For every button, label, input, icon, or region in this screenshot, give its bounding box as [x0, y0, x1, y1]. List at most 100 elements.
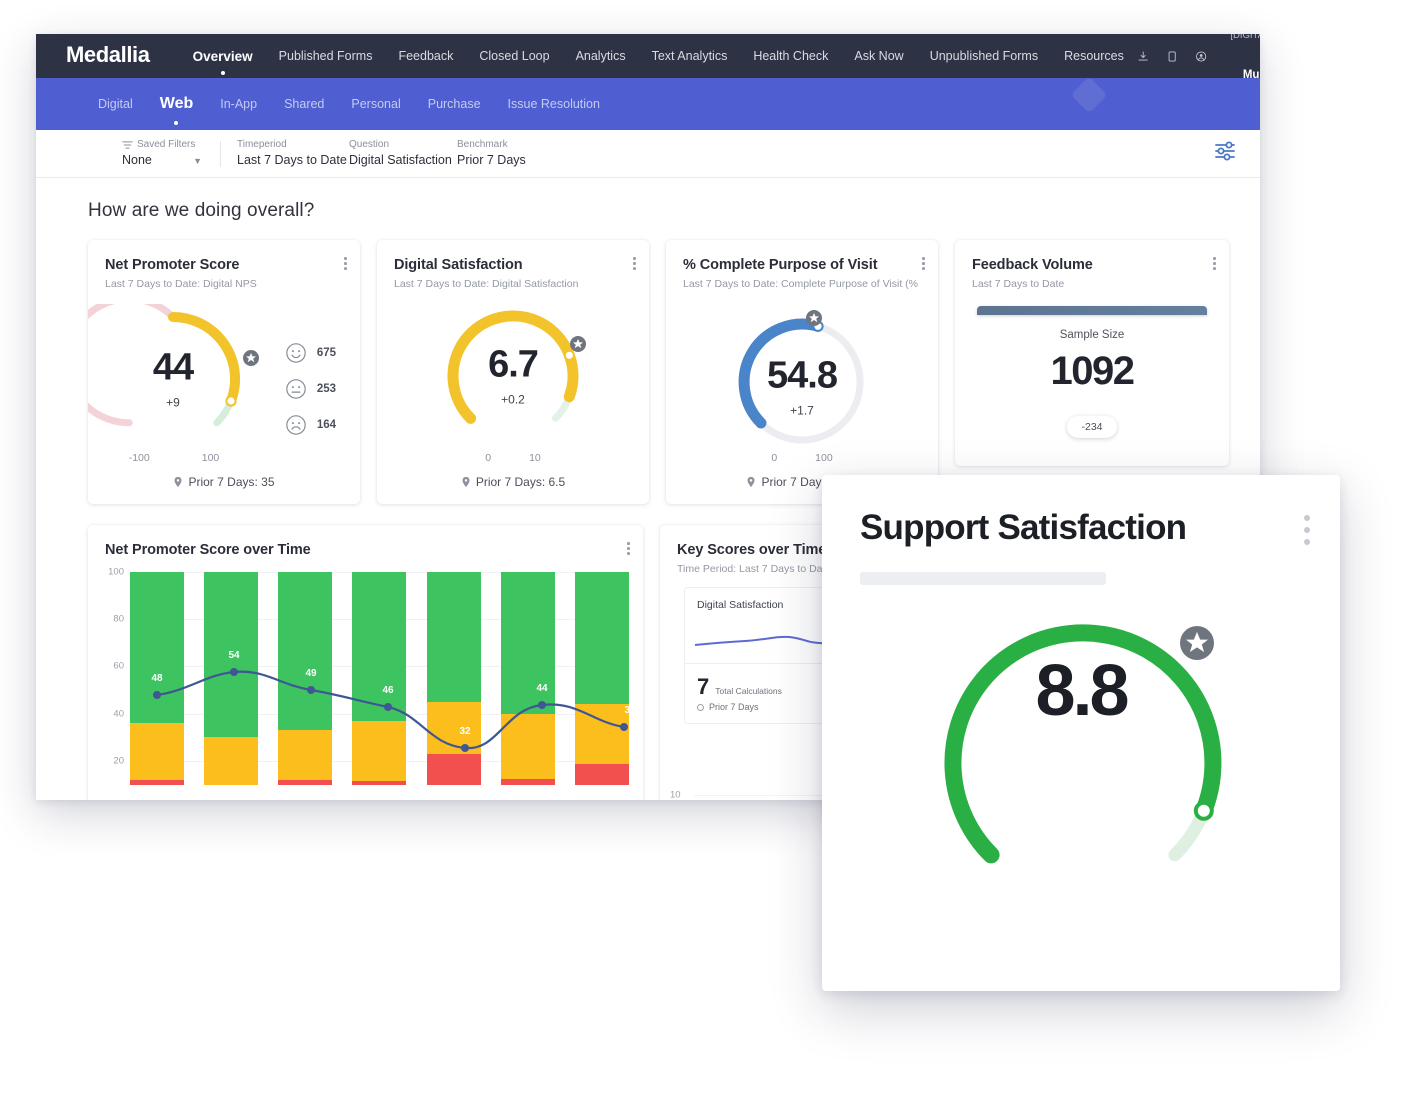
card-menu-button[interactable] — [1213, 257, 1216, 270]
neutral-face-icon — [286, 379, 306, 399]
filter-bar: Saved Filters None ▼ Timeperiod Last 7 D… — [36, 130, 1260, 178]
nps-gauge: 44 +9 675 253 164 — [63, 295, 360, 454]
nps-prior-label: Prior 7 Days: 35 — [188, 475, 275, 489]
bar-column[interactable] — [352, 572, 407, 785]
y-tick: 80 — [113, 613, 124, 625]
sample-size-block: Sample Size 1092 -234 — [977, 315, 1207, 438]
sample-size-delta-chip: -234 — [1067, 416, 1117, 438]
card-menu-button[interactable] — [344, 257, 347, 270]
sliders-icon — [1215, 141, 1235, 161]
y-tick: 10 — [670, 789, 681, 801]
location-pin-icon — [747, 476, 755, 487]
chevron-down-icon: ▼ — [193, 155, 202, 166]
secondary-navigation-bar: Digital Web In-App Shared Personal Purch… — [36, 78, 1260, 130]
bar-column[interactable] — [574, 572, 629, 785]
overlay-menu-button[interactable] — [1304, 515, 1310, 545]
filter-icon — [122, 141, 133, 149]
satisfaction-prior: Prior 7 Days: 6.5 — [377, 475, 649, 489]
y-tick: 20 — [113, 755, 124, 767]
download-icon[interactable] — [1137, 48, 1149, 65]
question-value: Digital Satisfaction — [349, 153, 452, 168]
saved-filters-select[interactable]: None ▼ — [122, 152, 202, 169]
support-satisfaction-overlay-card: Support Satisfaction 8.8 — [822, 475, 1340, 991]
nav-item-unpublished-forms[interactable]: Unpublished Forms — [917, 49, 1051, 63]
benchmark-filter[interactable]: Benchmark Prior 7 Days — [457, 138, 567, 169]
card-menu-button[interactable] — [627, 542, 630, 555]
saved-filters-value: None — [122, 153, 152, 168]
nav-item-analytics[interactable]: Analytics — [563, 49, 639, 63]
benchmark-value: Prior 7 Days — [457, 153, 526, 168]
location-pin-icon — [462, 476, 470, 487]
location-pin-icon — [174, 476, 182, 487]
bookmark-icon[interactable] — [1166, 48, 1178, 65]
nav-item-feedback[interactable]: Feedback — [385, 49, 466, 63]
question-label: Question — [349, 138, 390, 150]
sentiment-row-neutral: 253 — [285, 378, 336, 400]
card-title: Feedback Volume — [972, 257, 1093, 273]
purpose-gauge-svg — [738, 310, 864, 444]
feedback-volume-body: Sample Size 1092 -234 — [955, 290, 1229, 438]
y-tick: 40 — [113, 708, 124, 720]
subnav-item-shared[interactable]: Shared — [284, 97, 324, 111]
kpi-card-feedback-volume: Feedback Volume Last 7 Days to Date Samp… — [955, 240, 1229, 466]
nav-item-closed-loop[interactable]: Closed Loop — [466, 49, 562, 63]
purpose-gauge: 54.8 +1.7 — [666, 304, 938, 454]
decorative-diamond-1 — [1070, 78, 1108, 114]
card-subtitle: Last 7 Days to Date: Digital Satisfactio… — [394, 278, 579, 290]
y-tick: 100 — [108, 566, 124, 578]
user-info[interactable]: [DIGITAL] Digital Admin Sheila Mulrooney — [1229, 34, 1260, 82]
card-title: % Complete Purpose of Visit — [683, 257, 878, 273]
kpi-card-complete-purpose-of-visit: % Complete Purpose of Visit Last 7 Days … — [666, 240, 938, 504]
kpi-card-net-promoter-score: Net Promoter Score Last 7 Days to Date: … — [63, 240, 360, 504]
happy-face-icon — [286, 343, 306, 363]
nav-item-resources[interactable]: Resources — [1051, 49, 1137, 63]
bar-column[interactable] — [130, 572, 184, 785]
benchmark-star-badge — [806, 310, 822, 326]
satisfaction-gauge-svg — [447, 310, 586, 424]
account-circle-icon[interactable] — [1195, 48, 1207, 65]
nav-item-health-check[interactable]: Health Check — [740, 49, 841, 63]
bar-column[interactable] — [500, 572, 555, 785]
card-subtitle: Last 7 Days to Date: Digital NPS — [105, 278, 257, 290]
question-filter[interactable]: Question Digital Satisfaction — [349, 138, 457, 169]
nps-bar-chart: 100 80 60 40 20 48 54 49 46 32 44 38 — [96, 567, 636, 800]
subnav-item-issue-resolution[interactable]: Issue Resolution — [508, 97, 600, 111]
sample-size-value: 1092 — [1050, 349, 1135, 393]
bar-column[interactable] — [204, 572, 259, 785]
card-header: % Complete Purpose of Visit Last 7 Days … — [666, 240, 938, 290]
plot-area — [130, 572, 629, 785]
subnav-item-purchase[interactable]: Purchase — [428, 97, 481, 111]
medallia-logo[interactable]: Medallia — [66, 42, 150, 68]
benchmark-label: Benchmark — [457, 138, 508, 150]
prior-legend-dot-icon — [697, 703, 704, 711]
card-menu-button[interactable] — [922, 257, 925, 270]
card-menu-button[interactable] — [633, 257, 636, 270]
subnav-item-in-app[interactable]: In-App — [220, 97, 257, 111]
card-header: Net Promoter Score over Time — [88, 525, 643, 558]
card-header: Digital Satisfaction Last 7 Days to Date… — [377, 240, 649, 290]
total-calculations-label: Total Calculations — [715, 686, 782, 696]
nav-item-text-analytics[interactable]: Text Analytics — [639, 49, 741, 63]
subnav-item-digital[interactable]: Digital — [98, 97, 133, 111]
card-title: Net Promoter Score — [105, 257, 240, 273]
card-header: Feedback Volume Last 7 Days to Date — [955, 240, 1229, 290]
saved-filters-control[interactable]: Saved Filters None ▼ — [122, 138, 218, 169]
kpi-card-digital-satisfaction: Digital Satisfaction Last 7 Days to Date… — [377, 240, 649, 504]
benchmark-star-badge — [570, 336, 586, 352]
filter-settings-button[interactable] — [1214, 140, 1238, 167]
nav-item-published-forms[interactable]: Published Forms — [266, 49, 386, 63]
nav-item-ask-now[interactable]: Ask Now — [841, 49, 916, 63]
screenshot-stage: Medallia Overview Published Forms Feedba… — [0, 0, 1422, 1100]
chart-card-nps-over-time: Net Promoter Score over Time 100 80 60 4… — [88, 525, 643, 800]
nav-item-overview[interactable]: Overview — [180, 49, 266, 64]
card-subtitle: Last 7 Days to Date: Complete Purpose of… — [683, 278, 918, 290]
card-title: Net Promoter Score over Time — [105, 542, 311, 558]
saved-filters-label-row: Saved Filters — [122, 138, 218, 153]
subnav-item-personal[interactable]: Personal — [351, 97, 400, 111]
bar-column[interactable] — [278, 572, 333, 785]
bar-column[interactable] — [426, 572, 481, 785]
subnav-item-web[interactable]: Web — [160, 95, 193, 113]
card-header: Net Promoter Score Last 7 Days to Date: … — [88, 240, 360, 290]
timeperiod-filter[interactable]: Timeperiod Last 7 Days to Date — [237, 138, 349, 169]
saved-filters-label: Saved Filters — [137, 138, 196, 150]
